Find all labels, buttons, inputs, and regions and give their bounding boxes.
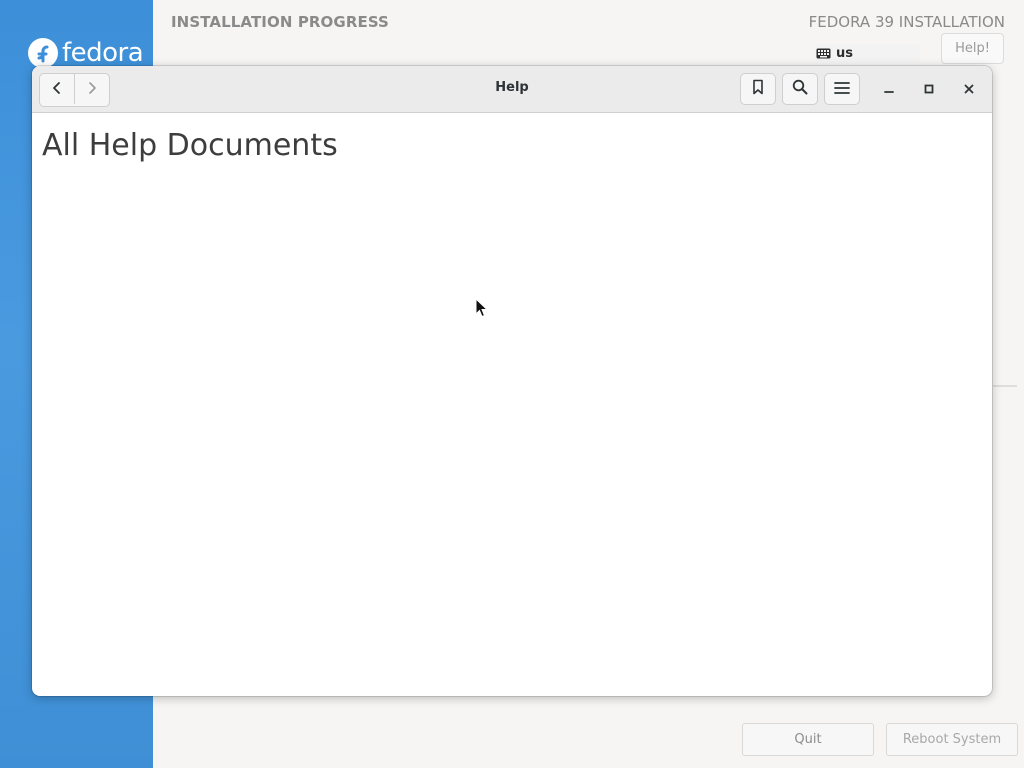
installer-product-title: FEDORA 39 INSTALLATION: [808, 13, 1005, 31]
minimize-button[interactable]: [877, 77, 901, 101]
keyboard-layout-label: us: [836, 45, 853, 61]
progress-divider: [993, 385, 1017, 387]
hamburger-menu-icon: [834, 80, 850, 99]
fedora-logo-icon: [28, 38, 58, 68]
maximize-button[interactable]: [917, 77, 941, 101]
installer-page-title: INSTALLATION PROGRESS: [171, 13, 389, 31]
help-documents-heading: All Help Documents: [42, 128, 338, 163]
quit-button[interactable]: Quit: [742, 723, 874, 756]
fedora-logo: fedora: [28, 36, 144, 70]
main-menu-button[interactable]: [824, 73, 860, 105]
keyboard-icon: [816, 44, 831, 63]
search-button[interactable]: [782, 73, 818, 105]
maximize-icon: [923, 80, 935, 99]
installer-help-button[interactable]: Help!: [941, 33, 1004, 64]
minimize-icon: [883, 80, 895, 99]
reboot-system-button[interactable]: Reboot System: [886, 723, 1018, 756]
help-headerbar: Help: [32, 66, 992, 113]
fedora-logo-text: fedora: [62, 38, 144, 68]
search-icon: [792, 79, 808, 99]
mouse-pointer-icon: [475, 297, 489, 320]
bookmark-button[interactable]: [740, 73, 776, 105]
close-icon: [963, 80, 975, 99]
bookmark-icon: [751, 79, 765, 99]
close-button[interactable]: [957, 77, 981, 101]
help-window: Help All Help Documents: [32, 66, 992, 696]
keyboard-layout-indicator[interactable]: us: [816, 44, 920, 62]
